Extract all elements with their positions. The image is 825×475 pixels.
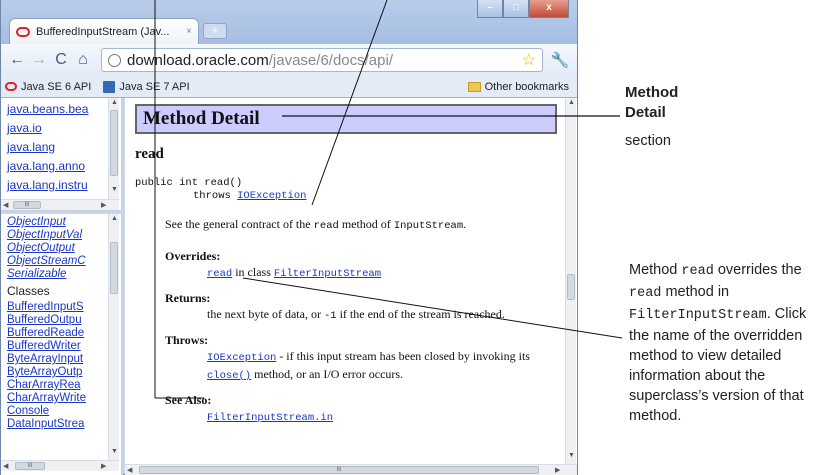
annotation-section-label: section	[625, 133, 671, 149]
annotation-text: the	[781, 262, 802, 278]
callout-line-signature	[311, 0, 388, 206]
annotation-code: read	[629, 286, 662, 301]
annotation-overrides-note: Method read overrides the read method in…	[629, 260, 825, 426]
annotation-method-detail-title: Method Detail	[625, 83, 678, 123]
annotation-code: FilterInputStream	[629, 308, 767, 323]
annotation-text: Method	[629, 262, 678, 278]
annotation-title-line: Detail	[625, 104, 666, 121]
callout-line-overrides	[242, 277, 623, 339]
annotation-code: read	[681, 264, 714, 279]
annotation-text: .	[766, 306, 771, 322]
annotation-text: Click the name of the overridden method …	[629, 306, 807, 424]
annotation-text: method in	[665, 284, 730, 300]
annotation-text: overrides	[717, 262, 778, 278]
annotation-title-line: Method	[625, 84, 679, 101]
